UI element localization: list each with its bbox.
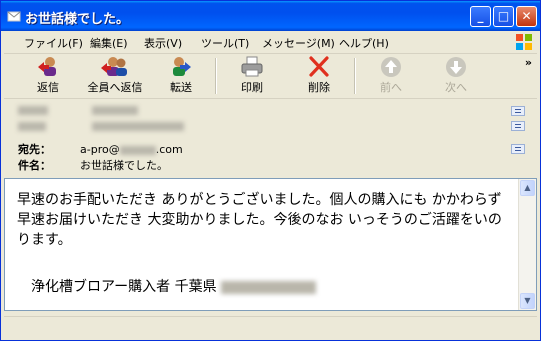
redacted-value [91, 121, 184, 131]
toolbar: 返信 全員へ返信 転送 印刷 削除 前へ 次へ [4, 54, 537, 99]
redacted-address [220, 280, 316, 294]
print-button[interactable]: 印刷 [232, 56, 272, 96]
redacted-domain [119, 145, 156, 155]
redacted-label [18, 105, 48, 115]
close-button[interactable]: ✕ [516, 6, 537, 27]
header-to-row: 宛先： a-pro@ .com [18, 141, 183, 157]
message-signature: 浄化槽ブロアー購入者 千葉県 [31, 276, 316, 296]
header-expand-button[interactable] [511, 121, 525, 131]
to-address-suffix[interactable]: .com [156, 143, 183, 156]
title-bar[interactable]: お世話様でした。 _ □ ✕ [1, 1, 540, 31]
maximize-button[interactable]: □ [493, 6, 514, 27]
menu-file[interactable]: ファイル(F) [24, 35, 83, 51]
status-bar [4, 316, 537, 337]
window-title: お世話様でした。 [25, 12, 130, 27]
down-arrow-icon [446, 57, 466, 77]
toolbar-separator [215, 58, 217, 94]
menu-help[interactable]: ヘルプ(H) [339, 35, 389, 51]
subject-label: 件名： [18, 159, 51, 172]
to-address-prefix[interactable]: a-pro@ [80, 143, 120, 156]
delete-x-icon [309, 56, 329, 77]
forward-icon [173, 57, 191, 76]
message-body[interactable]: 早速のお手配いただき ありがとうございました。個人の購入にも かかわらず 早速お… [4, 178, 537, 311]
header-expand-button[interactable] [511, 144, 525, 154]
toolbar-separator [354, 58, 356, 94]
menu-bar: ファイル(F) 編集(E) 表示(V) ツール(T) メッセージ(M) ヘルプ(… [4, 31, 537, 54]
to-label: 宛先： [18, 143, 51, 156]
reply-icon [38, 57, 56, 76]
scroll-up-arrow-icon[interactable]: ▲ [520, 180, 535, 196]
next-button[interactable]: 次へ [436, 56, 476, 96]
toolbar-overflow-chevron[interactable]: » [525, 56, 532, 69]
menu-edit[interactable]: 編集(E) [90, 35, 128, 51]
message-text: 早速のお手配いただき ありがとうございました。個人の購入にも かかわらず 早速お… [17, 192, 502, 248]
subject-value: お世話様でした。 [80, 159, 168, 172]
printer-icon [241, 56, 263, 77]
delete-button[interactable]: 削除 [299, 56, 339, 96]
forward-button[interactable]: 転送 [161, 56, 201, 96]
menu-view[interactable]: 表示(V) [144, 35, 182, 51]
header-expand-button[interactable] [511, 106, 525, 116]
scroll-down-arrow-icon[interactable]: ▼ [520, 293, 535, 309]
windows-logo-icon [516, 34, 532, 50]
header-from-row [18, 103, 138, 116]
reply-all-button[interactable]: 全員へ返信 [80, 56, 150, 96]
vertical-scrollbar[interactable]: ▲ ▼ [518, 179, 536, 310]
menu-message[interactable]: メッセージ(M) [262, 35, 335, 51]
reply-all-icon [101, 57, 127, 76]
message-window: お世話様でした。 _ □ ✕ ファイル(F) 編集(E) 表示(V) ツール(T… [0, 0, 541, 341]
minimize-button[interactable]: _ [470, 6, 491, 27]
previous-button[interactable]: 前へ [371, 56, 411, 96]
message-header: 宛先： a-pro@ .com 件名： お世話様でした。 [4, 101, 537, 173]
header-subject-row: 件名： お世話様でした。 [18, 157, 168, 173]
redacted-label [18, 121, 46, 131]
header-date-row [18, 119, 184, 132]
envelope-icon [7, 11, 21, 22]
reply-button[interactable]: 返信 [28, 56, 68, 96]
redacted-value [91, 105, 138, 115]
menu-tools[interactable]: ツール(T) [201, 35, 249, 51]
up-arrow-icon [381, 57, 401, 77]
